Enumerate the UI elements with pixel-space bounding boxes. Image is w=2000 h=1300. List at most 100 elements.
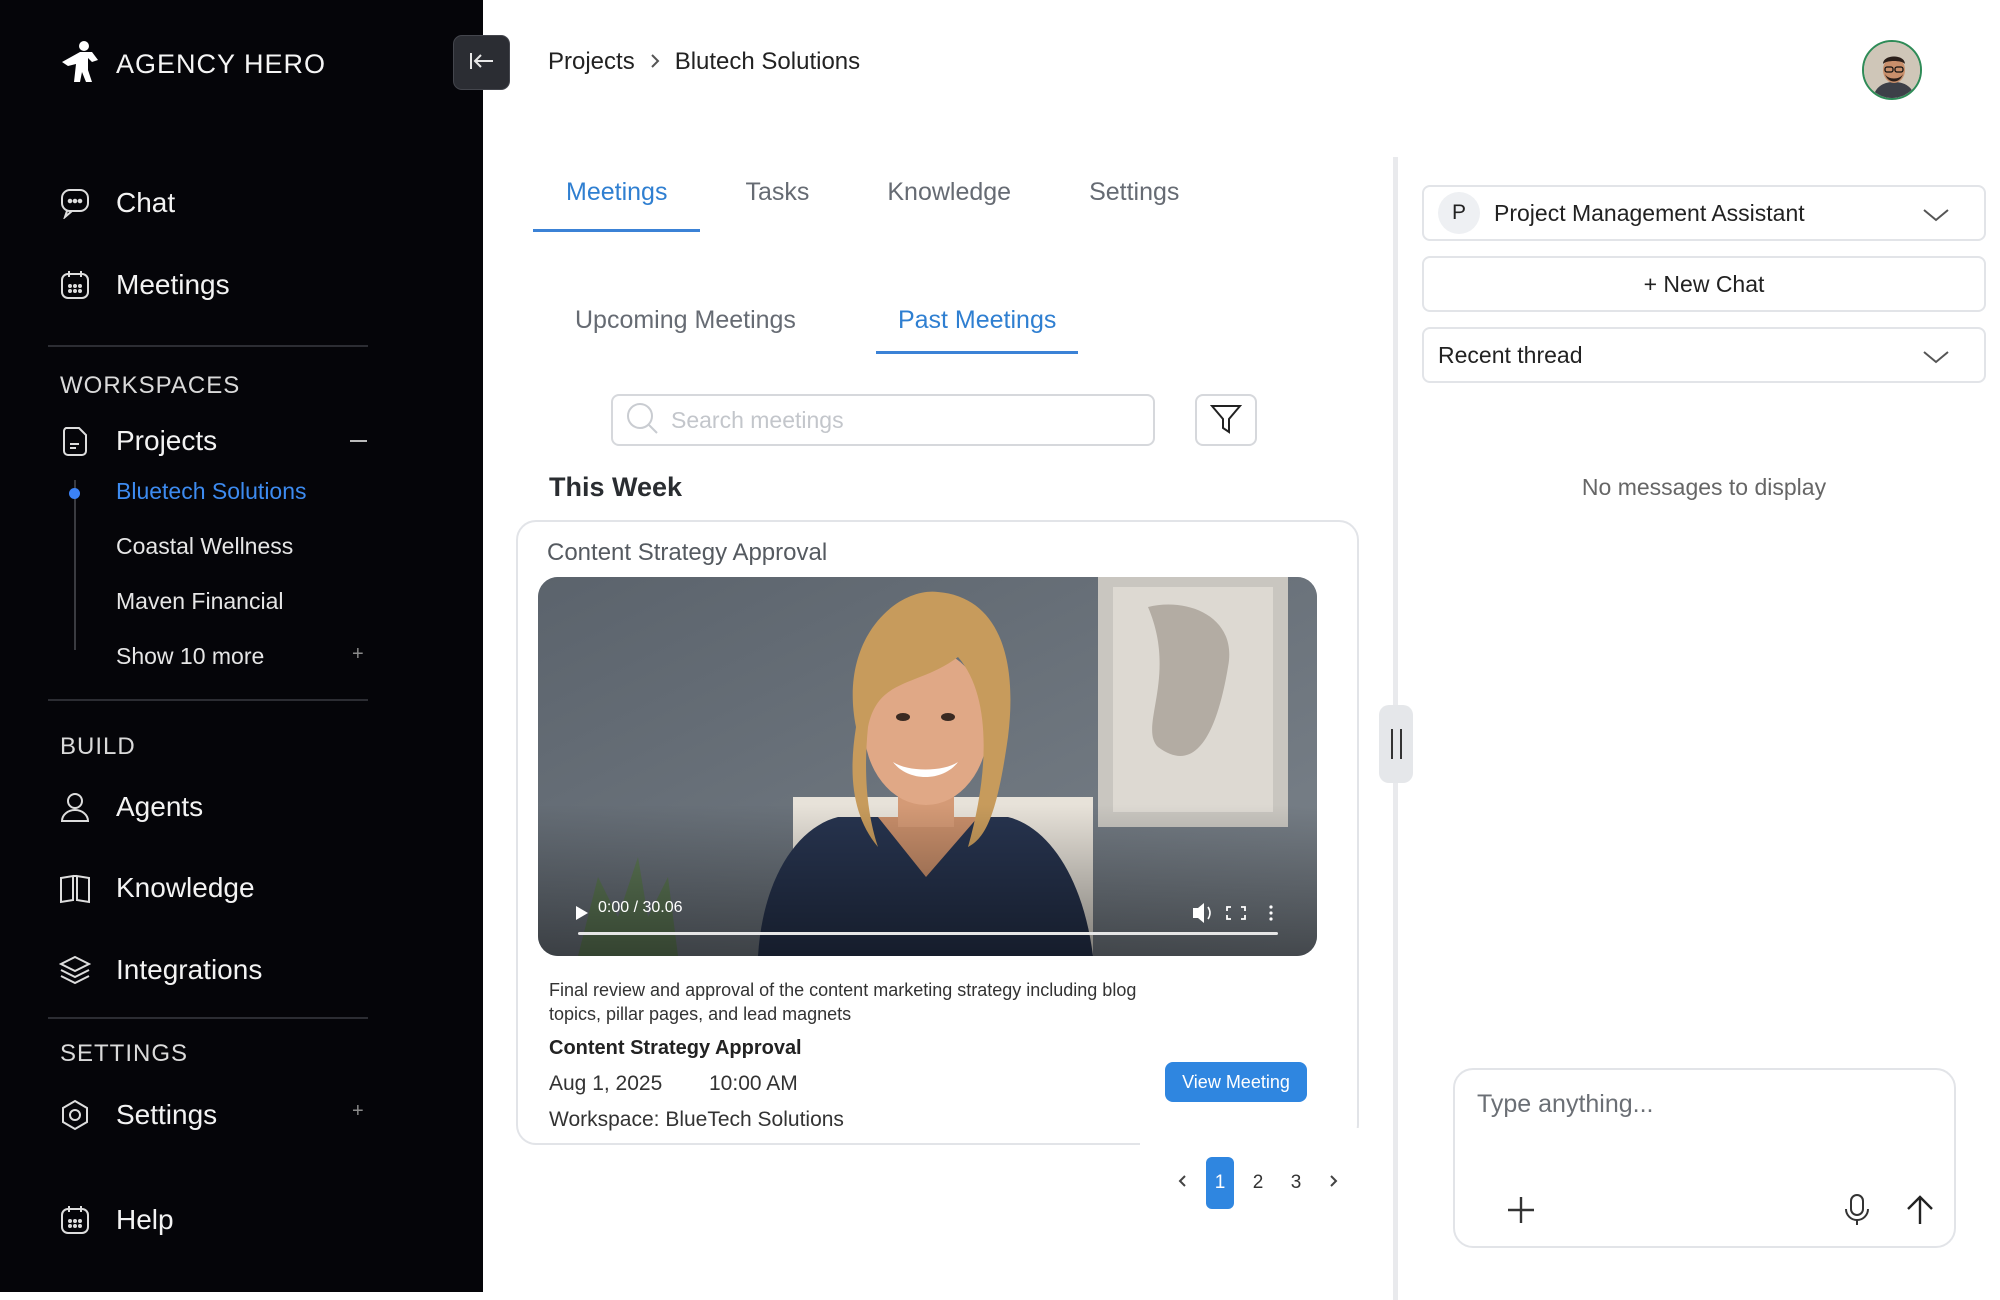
meeting-time: 10:00 AM	[709, 1072, 798, 1095]
sidebar-divider	[48, 345, 368, 347]
nav-projects[interactable]: Projects	[58, 424, 217, 458]
sidebar-divider	[48, 1017, 368, 1019]
sidebar: AGENCY HERO Chat Meetings WORKSPACES Pro…	[0, 0, 483, 1292]
video-progress-track	[578, 932, 1278, 935]
thread-select-value: Recent thread	[1438, 341, 1583, 368]
plus-icon[interactable]: +	[352, 1100, 364, 1123]
breadcrumb: Projects Blutech Solutions	[548, 48, 860, 76]
layers-icon	[58, 953, 92, 987]
meeting-description: Final review and approval of the content…	[549, 980, 1137, 1024]
page-3-button[interactable]: 3	[1282, 1157, 1310, 1209]
collapse-sidebar-button[interactable]	[453, 35, 510, 90]
meeting-card-title: Content Strategy Approval	[547, 539, 828, 566]
project-bluetech[interactable]: Bluetech Solutions	[116, 478, 307, 505]
sidebar-divider	[48, 699, 368, 701]
pagination: 1 2 3	[1168, 1157, 1348, 1209]
nav-chat[interactable]: Chat	[58, 186, 175, 220]
card-edge-mask	[1140, 1128, 1365, 1153]
main-tabs: Meetings Tasks Knowledge Settings	[533, 178, 1224, 232]
nav-settings-label: Settings	[116, 1099, 218, 1130]
meeting-workspace: Workspace: BlueTech Solutions	[549, 1108, 844, 1131]
user-avatar[interactable]	[1862, 40, 1922, 100]
plus-icon[interactable]: +	[352, 643, 364, 666]
plus-icon	[1506, 1195, 1536, 1230]
meeting-video-player[interactable]: 0:00 / 30.06	[538, 577, 1317, 956]
book-icon	[58, 871, 92, 905]
search-icon	[625, 401, 659, 440]
filter-icon	[1209, 403, 1243, 438]
active-project-dot	[69, 488, 80, 499]
brand-logo[interactable]: AGENCY HERO	[58, 40, 326, 89]
collapse-left-icon	[469, 51, 495, 74]
microphone-icon	[1844, 1193, 1870, 1232]
search-box	[611, 394, 1155, 446]
nav-meetings-label: Meetings	[116, 269, 230, 300]
tab-tasks[interactable]: Tasks	[712, 178, 842, 232]
project-coastal-wellness[interactable]: Coastal Wellness	[116, 533, 293, 560]
assistant-select[interactable]: P Project Management Assistant	[1422, 185, 1986, 241]
collapse-projects-icon[interactable]	[350, 440, 367, 442]
nav-chat-label: Chat	[116, 187, 176, 218]
tab-meetings[interactable]: Meetings	[533, 178, 701, 232]
nav-meetings[interactable]: Meetings	[58, 268, 230, 302]
chat-input[interactable]	[1477, 1090, 1917, 1150]
document-icon	[58, 424, 92, 458]
microphone-button[interactable]	[1837, 1192, 1877, 1232]
person-icon	[58, 790, 92, 824]
build-heading: BUILD	[60, 733, 136, 760]
meeting-subtabs: Upcoming Meetings Past Meetings	[553, 306, 1136, 354]
thread-select[interactable]: Recent thread	[1422, 327, 1986, 383]
chevron-left-icon	[1177, 1172, 1187, 1194]
empty-messages: No messages to display	[1581, 474, 1827, 500]
projects-tree-line	[74, 480, 76, 650]
page-1-button[interactable]: 1	[1206, 1157, 1234, 1209]
workspaces-heading: WORKSPACES	[60, 372, 241, 399]
chevron-right-icon	[1329, 1172, 1339, 1194]
show-more-projects[interactable]: Show 10 more	[116, 643, 264, 670]
view-meeting-button[interactable]: View Meeting	[1165, 1062, 1307, 1102]
prev-page-button[interactable]	[1168, 1157, 1196, 1209]
tab-knowledge[interactable]: Knowledge	[854, 178, 1044, 232]
nav-agents-label: Agents	[116, 791, 204, 822]
brand-name: AGENCY HERO	[116, 49, 327, 79]
calendar-icon	[58, 1203, 92, 1237]
hero-logo-icon	[58, 40, 102, 89]
chevron-down-icon	[1922, 345, 1950, 372]
breadcrumb-current: Blutech Solutions	[674, 48, 861, 75]
send-button[interactable]	[1900, 1192, 1940, 1232]
filter-button[interactable]	[1195, 394, 1257, 446]
tab-upcoming-meetings[interactable]: Upcoming Meetings	[553, 306, 818, 354]
chat-icon	[58, 186, 92, 220]
nav-knowledge[interactable]: Knowledge	[58, 871, 255, 905]
nav-settings[interactable]: Settings	[58, 1098, 217, 1132]
calendar-icon	[58, 268, 92, 302]
nav-help[interactable]: Help	[58, 1203, 174, 1237]
nav-projects-label: Projects	[116, 425, 218, 456]
next-page-button[interactable]	[1320, 1157, 1348, 1209]
panel-resize-handle[interactable]	[1379, 705, 1413, 783]
nav-integrations[interactable]: Integrations	[58, 953, 262, 987]
chat-composer	[1453, 1068, 1956, 1248]
search-input[interactable]	[671, 406, 1131, 434]
settings-heading: SETTINGS	[60, 1040, 189, 1067]
chevron-right-icon	[649, 48, 661, 76]
project-maven-financial[interactable]: Maven Financial	[116, 588, 283, 615]
video-time: 0:00 / 30.06	[598, 899, 683, 916]
breadcrumb-projects[interactable]: Projects	[548, 48, 635, 76]
meeting-date: Aug 1, 2025	[549, 1072, 663, 1095]
meeting-title: Content Strategy Approval	[549, 1037, 802, 1059]
new-chat-button[interactable]: + New Chat	[1422, 256, 1986, 312]
app-root: AGENCY HERO Chat Meetings WORKSPACES Pro…	[0, 0, 2000, 1300]
page-2-button[interactable]: 2	[1244, 1157, 1272, 1209]
assistant-name: Project Management Assistant	[1494, 199, 1805, 226]
tab-settings[interactable]: Settings	[1056, 178, 1212, 232]
arrow-up-icon	[1905, 1194, 1935, 1231]
chevron-down-icon	[1922, 203, 1950, 230]
nav-agents[interactable]: Agents	[58, 790, 203, 824]
gear-icon	[58, 1098, 92, 1132]
attach-button[interactable]	[1501, 1192, 1541, 1232]
tab-past-meetings[interactable]: Past Meetings	[875, 306, 1079, 354]
assistant-initial-badge: P	[1438, 192, 1480, 234]
section-title: This Week	[549, 472, 683, 502]
nav-integrations-label: Integrations	[116, 954, 263, 985]
